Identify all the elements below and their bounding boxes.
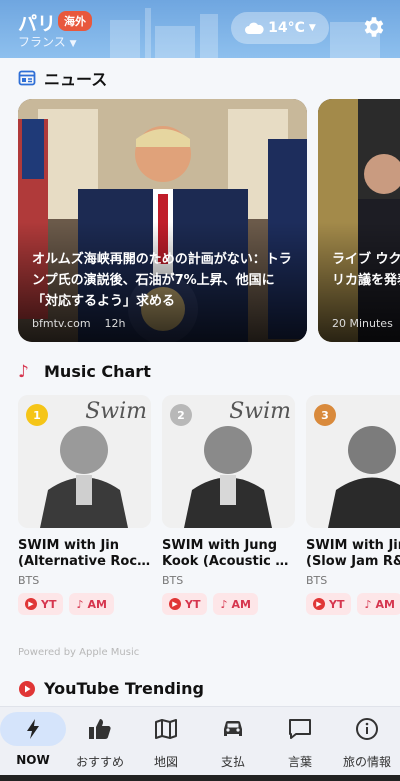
artist-name: BTS [162,574,184,587]
play-icon: ▶ [25,598,37,610]
youtube-label: YT [329,597,345,611]
song-title-line2: (Alternative Rock R... [18,554,151,569]
youtube-trending-title: YouTube Trending [44,679,204,698]
chevron-down-icon: ▼ [308,23,316,33]
gear-icon[interactable] [360,14,386,40]
apple-music-chip[interactable]: ♪ AM [213,593,258,615]
nav-item-language[interactable]: 言葉 [267,707,333,777]
temperature: 14°C [268,20,305,36]
newspaper-icon [18,70,36,86]
song-title-line1: SWIM with Jin [18,538,120,553]
nav-item-now[interactable]: NOW [0,707,66,777]
city-name[interactable]: パリ [18,9,56,36]
news-time: 12h [104,317,126,330]
news-meta: 20 Minutes 1 [332,317,400,330]
rank-number: 3 [321,408,329,422]
song-title-line1: SWIM with Jim [306,538,400,553]
play-icon: ▶ [313,598,325,610]
music-card[interactable]: Swim 2 SWIM with Jung Kook (Acoustic Lof… [162,395,295,615]
nav-item-recommend[interactable]: おすすめ [67,707,133,777]
music-card[interactable]: 3 SWIM with Jim (Slow Jam R&B BTS ▶ YT ♪… [306,395,400,615]
news-section-header: ニュース [18,66,107,90]
app-header: パリ 海外 フランス ▼ 14°C ▼ [0,0,400,58]
music-note-icon: ♪ [220,597,228,611]
music-card[interactable]: Swim 1 SWIM with Jin (Alternative Rock R… [18,395,151,615]
nav-item-map[interactable]: 地図 [133,707,199,777]
news-card[interactable]: ライブ ウクがアメリカ議を発表 20 Minutes 1 [318,99,400,342]
rank-number: 2 [177,408,185,422]
rank-badge: 3 [314,404,336,426]
artist-name: BTS [18,574,40,587]
news-meta: bfmtv.com 12h [32,317,126,330]
news-headline: オルムズ海峡再開のための計画がない：トランプ氏の演説後、石油が7%上昇、他国に「… [32,252,292,309]
system-gesture-bar [0,775,400,781]
info-icon [356,718,378,740]
news-card[interactable]: オルムズ海峡再開のための計画がない：トランプ氏の演説後、石油が7%上昇、他国に「… [18,99,307,342]
country-label: フランス [18,35,66,49]
cover-title: Swim [85,399,147,424]
album-cover: 3 [306,395,400,528]
music-note-icon: ♪ [76,597,84,611]
album-cover: Swim 1 [18,395,151,528]
music-section-header: ♪ Music Chart [18,362,151,381]
youtube-chip[interactable]: ▶ YT [18,593,64,615]
youtube-section-header: YouTube Trending [18,679,204,698]
song-title-line2: (Slow Jam R&B [306,554,400,569]
country-selector[interactable]: フランス ▼ [18,33,77,50]
artist-name: BTS [306,574,328,587]
nav-label: NOW [16,753,50,767]
youtube-label: YT [185,597,201,611]
music-chart-title: Music Chart [44,362,151,381]
nav-label: おすすめ [75,755,124,769]
bolt-icon [27,719,39,739]
cloud-icon [245,22,264,34]
song-title-line2: Kook (Acoustic Lofi... [162,554,295,569]
nav-item-travel-info[interactable]: 旅の情報 [334,707,400,777]
news-source: bfmtv.com [32,317,91,330]
rank-badge: 2 [170,404,192,426]
rank-badge: 1 [26,404,48,426]
rank-number: 1 [33,408,41,422]
chevron-down-icon: ▼ [69,39,77,49]
bottom-navigation: NOW おすすめ 地図 支払 言葉 旅の情報 [0,706,400,781]
news-source: 20 Minutes [332,317,393,330]
news-headline: ライブ ウクがアメリカ議を発表 [332,252,400,288]
album-cover: Swim 2 [162,395,295,528]
nav-label: 支払 [220,755,245,769]
overseas-badge: 海外 [58,11,92,31]
powered-by-label: Powered by Apple Music [18,647,140,658]
youtube-chip[interactable]: ▶ YT [306,593,352,615]
song-title-line1: SWIM with Jung [162,538,278,553]
car-icon [224,721,242,736]
chat-icon [289,719,311,739]
music-note-icon: ♪ [364,597,372,611]
map-icon [155,719,177,739]
apple-music-chip[interactable]: ♪ AM [357,593,400,615]
cover-title: Swim [229,399,291,424]
music-note-icon: ♪ [18,361,29,382]
news-title: ニュース [44,70,108,89]
youtube-label: YT [41,597,57,611]
nav-label: 言葉 [287,755,312,769]
apple-music-label: AM [375,597,395,611]
nav-item-payment[interactable]: 支払 [200,707,266,777]
apple-music-label: AM [87,597,107,611]
thumbs-up-icon [89,719,111,739]
apple-music-chip[interactable]: ♪ AM [69,593,114,615]
nav-label: 地図 [153,755,178,769]
youtube-play-icon [19,680,35,697]
youtube-chip[interactable]: ▶ YT [162,593,208,615]
weather-button[interactable]: 14°C ▼ [231,12,329,44]
nav-label: 旅の情報 [342,755,391,769]
apple-music-label: AM [231,597,251,611]
play-icon: ▶ [169,598,181,610]
